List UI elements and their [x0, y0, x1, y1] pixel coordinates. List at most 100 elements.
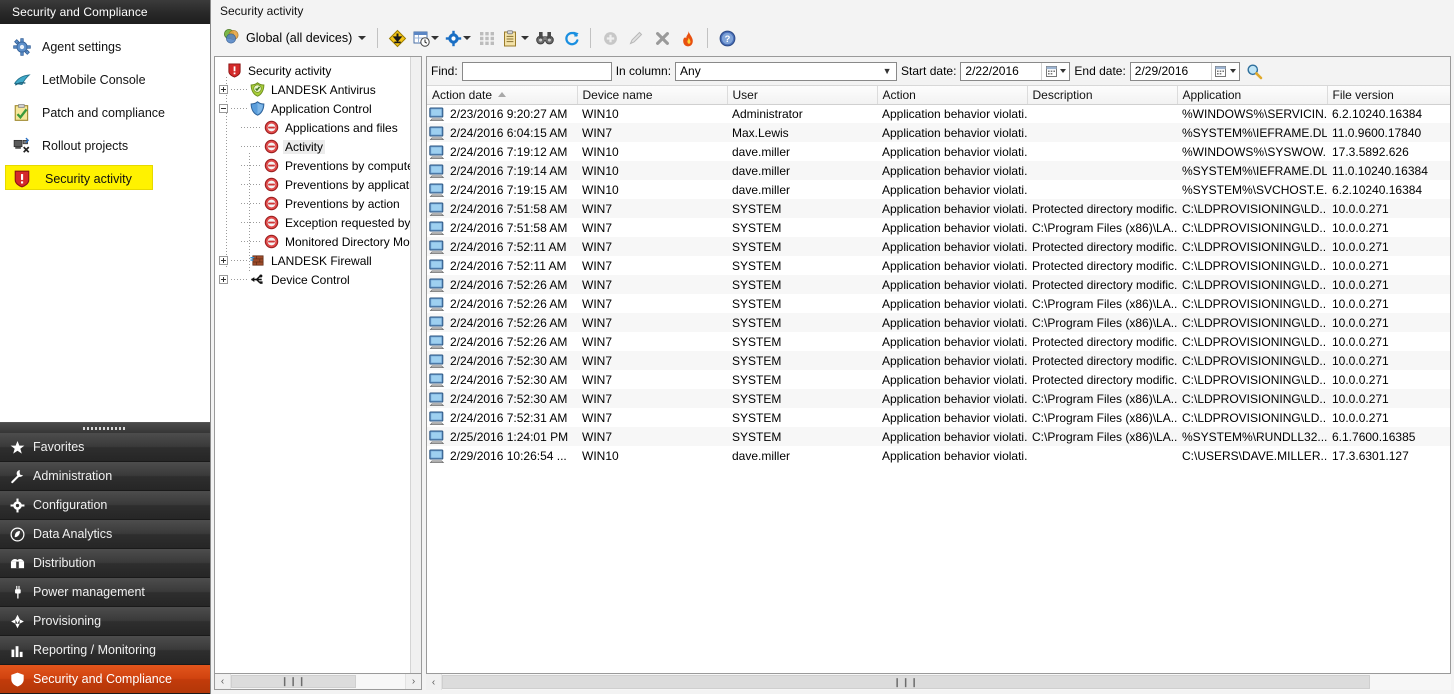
table-row[interactable]: 2/24/2016 7:52:30 AMWIN7SYSTEMApplicatio… [427, 370, 1450, 389]
cell-value: 2/24/2016 7:52:26 AM [450, 335, 567, 349]
tree-connector [231, 108, 247, 109]
sidebar-item-agent-settings[interactable]: Agent settings [0, 30, 210, 63]
table-row[interactable]: 2/24/2016 7:51:58 AMWIN7SYSTEMApplicatio… [427, 218, 1450, 237]
tree-node-application-control[interactable]: Application Control [219, 99, 421, 118]
nav-item-administration[interactable]: Administration [0, 462, 210, 491]
table-row[interactable]: 2/24/2016 7:19:15 AMWIN10dave.millerAppl… [427, 180, 1450, 199]
table-row[interactable]: 2/24/2016 7:52:26 AMWIN7SYSTEMApplicatio… [427, 294, 1450, 313]
computer-icon [429, 297, 445, 311]
start-date-picker[interactable]: 2/22/2016 [960, 62, 1070, 81]
chevron-down-icon[interactable] [1060, 69, 1066, 73]
tree-expander-minus-icon[interactable] [219, 104, 228, 113]
table-row[interactable]: 2/24/2016 7:52:31 AMWIN7SYSTEMApplicatio… [427, 408, 1450, 427]
edit-icon[interactable] [624, 26, 648, 50]
search-button[interactable] [1244, 60, 1266, 82]
tree-horizontal-scrollbar[interactable]: ‹ ❙❙❙ › [214, 674, 422, 690]
tree-vertical-scrollbar[interactable] [410, 57, 421, 673]
download-icon[interactable] [385, 26, 409, 50]
nav-item-provisioning[interactable]: Provisioning [0, 607, 210, 636]
nav-item-security-and-compliance[interactable]: Security and Compliance [0, 665, 210, 694]
calendar-icon[interactable] [1211, 63, 1230, 80]
table-row[interactable]: 2/24/2016 6:04:15 AMWIN7Max.LewisApplica… [427, 123, 1450, 142]
chevron-down-icon[interactable] [1230, 69, 1236, 73]
column-header-device[interactable]: Device name [577, 86, 727, 104]
nav-item-configuration[interactable]: Configuration [0, 491, 210, 520]
tree-node-security-activity[interactable]: Security activity [219, 61, 421, 80]
sidebar-item-rollout-projects[interactable]: Rollout projects [0, 129, 210, 162]
cell-value: 6.2.10240.16384 [1332, 183, 1422, 197]
table-row[interactable]: 2/24/2016 7:52:26 AMWIN7SYSTEMApplicatio… [427, 313, 1450, 332]
sidebar-item-letmobile-console[interactable]: LetMobile Console [0, 63, 210, 96]
cell-description: C:\Program Files (x86)\LA... [1027, 389, 1177, 408]
table-row[interactable]: 2/25/2016 1:24:01 PMWIN7SYSTEMApplicatio… [427, 427, 1450, 446]
cell-device: WIN10 [577, 161, 727, 180]
sidebar-resize-grip[interactable] [0, 422, 210, 433]
cell-description [1027, 123, 1177, 142]
table-row[interactable]: 2/24/2016 7:19:12 AMWIN10dave.millerAppl… [427, 142, 1450, 161]
nav-item-favorites[interactable]: Favorites [0, 433, 210, 462]
column-header-description[interactable]: Description [1027, 86, 1177, 104]
clipboard-icon[interactable] [501, 26, 531, 50]
tree-node-applications-and-files[interactable]: Applications and files [219, 118, 421, 137]
deny-icon [263, 196, 279, 212]
scroll-thumb[interactable]: ❙❙❙ [231, 675, 356, 688]
column-header-fileversion[interactable]: File version [1327, 86, 1450, 104]
find-input[interactable] [462, 62, 612, 81]
add-icon[interactable] [598, 26, 622, 50]
refresh-icon[interactable] [559, 26, 583, 50]
cell-value: WIN7 [582, 202, 612, 216]
nav-item-distribution[interactable]: Distribution [0, 549, 210, 578]
delete-icon[interactable] [650, 26, 674, 50]
scroll-thumb[interactable]: ❙❙❙ [442, 675, 1370, 689]
sidebar-item-security-activity[interactable]: Security activity [0, 162, 210, 195]
table-row[interactable]: 2/24/2016 7:52:26 AMWIN7SYSTEMApplicatio… [427, 275, 1450, 294]
flame-icon[interactable] [676, 26, 700, 50]
column-header-user[interactable]: User [727, 86, 877, 104]
cell-device: WIN7 [577, 332, 727, 351]
nav-item-reporting-monitoring[interactable]: Reporting / Monitoring [0, 636, 210, 665]
tree-expander-plus-icon[interactable] [219, 275, 228, 284]
scope-selector[interactable]: Global (all devices) [219, 26, 370, 50]
computer-icon [429, 126, 445, 141]
column-header-date[interactable]: Action date [427, 86, 577, 104]
nav-item-data-analytics[interactable]: Data Analytics [0, 520, 210, 549]
computer-icon [429, 335, 445, 350]
cell-value: 10.0.0.271 [1332, 316, 1389, 330]
grid-horizontal-scrollbar[interactable]: ‹ ❙❙❙ [426, 674, 1451, 690]
in-column-select[interactable]: Any ▼ [675, 62, 897, 81]
scroll-right-button[interactable]: › [405, 674, 421, 689]
table-row[interactable]: 2/24/2016 7:52:26 AMWIN7SYSTEMApplicatio… [427, 332, 1450, 351]
table-row[interactable]: 2/24/2016 7:51:58 AMWIN7SYSTEMApplicatio… [427, 199, 1450, 218]
scroll-track[interactable]: ❙❙❙ [231, 674, 405, 689]
column-header-action[interactable]: Action [877, 86, 1027, 104]
cell-description: Protected directory modific... [1027, 370, 1177, 389]
binoculars-icon[interactable] [533, 26, 557, 50]
tree-expander-plus-icon[interactable] [219, 256, 228, 265]
scroll-left-button[interactable]: ‹ [215, 674, 231, 689]
schedule-task-icon[interactable] [411, 26, 441, 50]
table-row[interactable]: 2/24/2016 7:52:30 AMWIN7SYSTEMApplicatio… [427, 351, 1450, 370]
cell-value: WIN7 [582, 411, 612, 425]
calendar-icon[interactable] [1041, 63, 1060, 80]
table-row[interactable]: 2/29/2016 10:26:54 ...WIN10dave.millerAp… [427, 446, 1450, 465]
settings-gear-icon[interactable] [443, 26, 473, 50]
sidebar-item-patch-and-compliance[interactable]: Patch and compliance [0, 96, 210, 129]
table-row[interactable]: 2/23/2016 9:20:27 AMWIN10AdministratorAp… [427, 104, 1450, 123]
end-date-picker[interactable]: 2/29/2016 [1130, 62, 1240, 81]
help-icon[interactable]: ? [715, 26, 739, 50]
cell-value: WIN7 [582, 259, 612, 273]
tree-node-device-control[interactable]: Device Control [219, 270, 421, 289]
scroll-track[interactable]: ❙❙❙ [442, 674, 1451, 690]
table-row[interactable]: 2/24/2016 7:52:11 AMWIN7SYSTEMApplicatio… [427, 256, 1450, 275]
computer-icon [429, 354, 445, 368]
table-row[interactable]: 2/24/2016 7:52:11 AMWIN7SYSTEMApplicatio… [427, 237, 1450, 256]
tree-node-landesk-antivirus[interactable]: LANDESK Antivirus [219, 80, 421, 99]
grid-view-icon[interactable] [475, 26, 499, 50]
nav-item-power-management[interactable]: Power management [0, 578, 210, 607]
table-row[interactable]: 2/24/2016 7:52:30 AMWIN7SYSTEMApplicatio… [427, 389, 1450, 408]
column-header-application[interactable]: Application [1177, 86, 1327, 104]
cell-value: WIN10 [582, 145, 619, 159]
scroll-left-button[interactable]: ‹ [426, 674, 442, 690]
table-row[interactable]: 2/24/2016 7:19:14 AMWIN10dave.millerAppl… [427, 161, 1450, 180]
tree-expander-plus-icon[interactable] [219, 85, 228, 94]
